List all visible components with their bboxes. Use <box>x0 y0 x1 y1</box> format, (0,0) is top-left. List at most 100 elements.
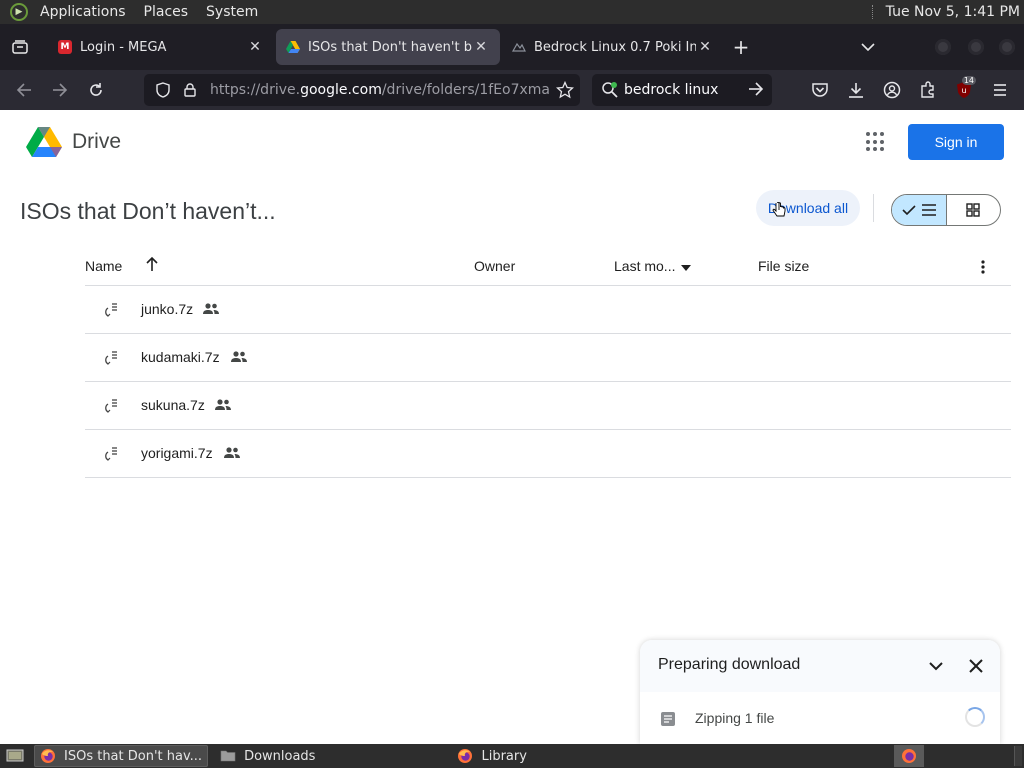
tracking-protection-shield-icon[interactable] <box>148 82 178 98</box>
close-tab-icon[interactable]: ✕ <box>472 39 490 55</box>
window-minimize-button[interactable] <box>935 39 951 55</box>
workspace-switcher[interactable] <box>894 745 924 767</box>
reload-button[interactable] <box>78 72 114 108</box>
url-text: https://drive.google.com/drive/folders/1… <box>210 82 550 98</box>
taskbar-item-library[interactable]: Library <box>451 745 532 767</box>
download-icon <box>849 83 863 98</box>
file-name[interactable]: kudamaki.7z <box>141 349 220 365</box>
account-button[interactable] <box>874 72 910 108</box>
file-row[interactable]: kudamaki.7z <box>85 334 1011 382</box>
tab-bedrock-linux[interactable]: Bedrock Linux 0.7 Poki Insta ✕ <box>502 29 724 65</box>
bookmark-star-icon[interactable] <box>555 80 575 103</box>
folder-icon <box>220 750 236 762</box>
more-options-icon[interactable] <box>981 260 985 277</box>
loading-spinner-icon <box>965 707 985 727</box>
new-tab-plus-icon[interactable]: + <box>724 35 758 59</box>
forward-button[interactable] <box>42 72 78 108</box>
column-header-file-size[interactable]: File size <box>758 258 809 274</box>
column-header-owner[interactable]: Owner <box>474 258 515 274</box>
toolbar-divider <box>873 194 874 222</box>
grid-view-button[interactable] <box>947 195 1001 225</box>
list-view-icon <box>921 204 936 216</box>
shared-people-icon <box>224 447 240 458</box>
ublock-extension-button[interactable]: u 14 <box>946 72 982 108</box>
search-text: bedrock linux <box>624 82 719 98</box>
grid-view-icon <box>966 203 980 217</box>
last-modified-label: Last mo... <box>614 258 676 274</box>
bedrock-favicon <box>512 40 526 54</box>
column-header-name[interactable]: Name <box>85 258 122 274</box>
sort-arrow-up-icon[interactable] <box>145 256 159 275</box>
google-drive-logo-icon[interactable] <box>26 126 62 158</box>
folder-title: ISOs that Don’t haven’t... <box>20 198 276 224</box>
mega-favicon: M <box>58 40 72 54</box>
back-button[interactable] <box>6 72 42 108</box>
column-header-last-modified[interactable]: Last mo... <box>614 258 692 274</box>
file-row[interactable]: junko.7z <box>85 286 1011 334</box>
zip-document-icon <box>661 712 675 726</box>
taskbar-item-downloads[interactable]: Downloads <box>214 745 321 767</box>
file-name[interactable]: sukuna.7z <box>141 397 205 413</box>
firefox-view-icon <box>12 40 28 54</box>
lock-icon[interactable] <box>178 83 202 97</box>
downloads-button[interactable] <box>838 72 874 108</box>
panel-separator <box>871 5 878 19</box>
file-row[interactable]: sukuna.7z <box>85 382 1011 430</box>
taskbar-item-label: ISOs that Don't hav... <box>64 748 203 764</box>
arrow-right-icon <box>53 83 68 97</box>
collapse-chevron-down-icon[interactable] <box>926 656 946 676</box>
archive-file-icon <box>105 303 117 317</box>
workspace-indicator[interactable] <box>1014 746 1022 766</box>
caret-down-icon <box>681 265 692 271</box>
extensions-button[interactable] <box>910 72 946 108</box>
window-maximize-button[interactable] <box>968 39 984 55</box>
firefox-view-button[interactable] <box>0 24 40 70</box>
app-menu-button[interactable] <box>982 72 1018 108</box>
file-name[interactable]: junko.7z <box>141 301 193 317</box>
file-row[interactable]: yorigami.7z <box>85 430 1011 478</box>
system-menu[interactable]: System <box>200 4 264 20</box>
close-tab-icon[interactable]: ✕ <box>696 39 714 55</box>
tab-strip: M Login - MEGA ✕ ISOs that Don't haven't… <box>0 24 1024 70</box>
list-view-button[interactable] <box>892 195 947 225</box>
hand-pointer-cursor-icon <box>772 202 786 217</box>
shared-people-icon <box>203 303 219 314</box>
taskbar-item-label: Downloads <box>244 748 316 764</box>
close-tab-icon[interactable]: ✕ <box>246 39 264 55</box>
search-engine-icon[interactable] <box>598 81 622 99</box>
gnome-foot-icon[interactable]: ▶ <box>10 3 28 21</box>
sign-in-button[interactable]: Sign in <box>908 124 1004 160</box>
navigation-toolbar: https://drive.google.com/drive/folders/1… <box>0 70 1024 110</box>
file-list-header: Name Owner Last mo... File size <box>85 250 1011 286</box>
tab-drive-folder[interactable]: ISOs that Don't haven't been ✕ <box>276 29 500 65</box>
account-icon <box>883 81 901 99</box>
search-go-arrow-icon[interactable] <box>748 82 764 100</box>
window-close-button[interactable] <box>999 39 1015 55</box>
show-desktop-button[interactable] <box>2 745 28 767</box>
tab-list-chevron-down-icon[interactable] <box>856 24 880 70</box>
download-panel-title: Preparing download <box>658 656 801 673</box>
firefox-icon <box>902 749 916 763</box>
search-bar[interactable]: bedrock linux <box>592 74 772 106</box>
places-menu[interactable]: Places <box>138 4 195 20</box>
zipping-status-text: Zipping 1 file <box>695 710 775 726</box>
drive-favicon <box>286 40 300 54</box>
tab-title: ISOs that Don't haven't been <box>308 39 472 55</box>
tab-login-mega[interactable]: M Login - MEGA ✕ <box>48 29 274 65</box>
view-toggle <box>891 194 1001 226</box>
google-apps-grid-icon[interactable] <box>866 132 886 152</box>
file-name[interactable]: yorigami.7z <box>141 445 213 461</box>
close-icon[interactable] <box>966 656 986 676</box>
firefox-icon <box>458 749 473 763</box>
show-desktop-icon <box>6 749 24 762</box>
svg-text:u: u <box>961 86 966 95</box>
applications-menu[interactable]: Applications <box>34 4 132 20</box>
puzzle-icon <box>921 81 934 98</box>
pocket-button[interactable] <box>802 72 838 108</box>
taskbar-item-firefox-drive[interactable]: ISOs that Don't hav... <box>34 745 209 767</box>
drive-brand-name[interactable]: Drive <box>72 130 121 154</box>
url-bar[interactable]: https://drive.google.com/drive/folders/1… <box>144 74 580 106</box>
shared-people-icon <box>215 399 231 410</box>
shared-people-icon <box>231 351 247 362</box>
clock-applet[interactable]: Tue Nov 5, 1:41 PM <box>871 0 1020 24</box>
